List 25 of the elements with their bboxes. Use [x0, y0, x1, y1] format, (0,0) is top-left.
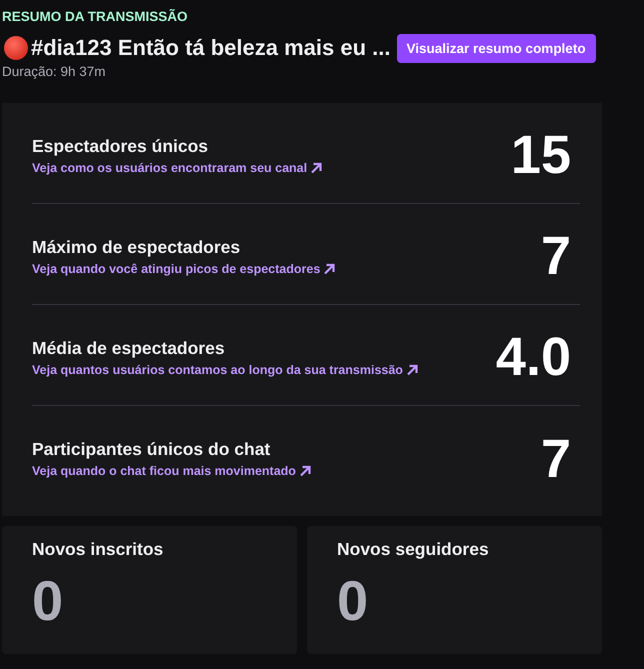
- metric-value: 0: [32, 571, 64, 631]
- arrow-up-right-icon: [298, 465, 311, 477]
- stat-link[interactable]: Veja quando você atingiu picos de espectadores: [32, 260, 336, 276]
- metric-label: Novos seguidores: [337, 538, 489, 560]
- metric-value: 0: [337, 571, 368, 631]
- record-dot-icon: [4, 36, 28, 60]
- duration-text: Duração: 9h 37m: [2, 64, 106, 80]
- view-summary-button[interactable]: Visualizar resumo completo: [396, 34, 596, 62]
- metric-label: Novos inscritos: [32, 538, 164, 560]
- stat-link[interactable]: Veja quando o chat ficou mais movimentado: [32, 463, 311, 479]
- stat-link[interactable]: Veja quantos usuários contamos ao longo da sua transmissão: [32, 362, 418, 378]
- arrow-up-right-icon: [323, 262, 336, 274]
- stat-value: 15: [510, 127, 572, 183]
- stat-value: 4.0: [496, 329, 572, 385]
- stat-value: 7: [540, 228, 572, 284]
- arrow-up-right-icon: [406, 364, 418, 376]
- stat-label: Média de espectadores: [32, 336, 225, 358]
- stream-title: #dia123 Então tá beleza mais eu ...: [31, 34, 390, 62]
- stat-label: Espectadores únicos: [32, 134, 208, 156]
- stat-label: Máximo de espectadores: [32, 236, 240, 258]
- stat-value: 7: [540, 430, 572, 486]
- arrow-up-right-icon: [310, 162, 322, 174]
- stat-label: Participantes únicos do chat: [32, 438, 270, 460]
- stat-link[interactable]: Veja como os usuários encontraram seu canal: [32, 160, 322, 176]
- section-eyebrow: RESUMO DA TRANSMISSÃO: [2, 9, 188, 25]
